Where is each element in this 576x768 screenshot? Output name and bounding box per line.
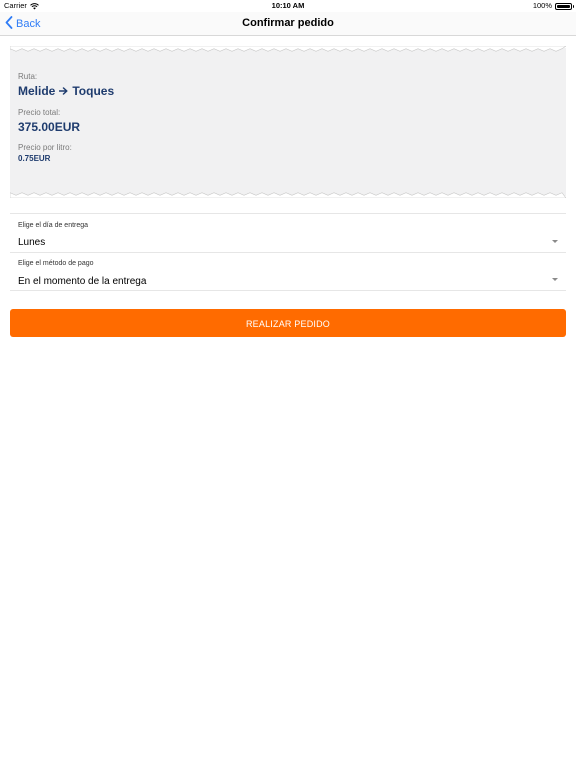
route-from: Melide <box>18 84 56 98</box>
dropdown-caret-icon <box>552 240 558 243</box>
battery-group: 100% <box>532 0 574 12</box>
payment-method-label: Elige el método de pago <box>18 260 94 267</box>
arrow-right-icon <box>59 84 68 98</box>
total-price-section: Precio total: 375.00EUR <box>18 108 80 134</box>
delivery-day-value: Lunes <box>18 237 46 248</box>
total-price-label: Precio total: <box>18 108 61 117</box>
route-value: Melide Toques <box>18 84 114 98</box>
price-per-liter-label: Precio por litro: <box>18 143 72 152</box>
price-per-liter-section: Precio por litro: 0.75EUR <box>18 143 72 163</box>
navigation-bar: Back Confirmar pedido <box>0 12 576 36</box>
page-title: Confirmar pedido <box>242 17 334 29</box>
order-summary-receipt: Ruta: Melide Toques Precio total: 375.00… <box>10 46 566 198</box>
route-to: Toques <box>72 84 115 98</box>
total-price-value: 375.00EUR <box>18 120 81 134</box>
price-per-liter-value: 0.75EUR <box>18 154 51 163</box>
place-order-button[interactable]: REALIZAR PEDIDO <box>10 309 566 337</box>
status-bar: Carrier 10:10 AM 100% <box>0 0 576 12</box>
battery-percent: 100% <box>532 1 552 10</box>
payment-method-select[interactable]: Elige el método de pago En el momento de… <box>10 252 566 291</box>
receipt-top-edge <box>10 46 566 52</box>
route-section: Ruta: Melide Toques <box>18 72 114 98</box>
dropdown-caret-icon <box>552 278 558 281</box>
route-label: Ruta: <box>18 72 38 81</box>
battery-icon <box>555 2 574 10</box>
status-time: 10:10 AM <box>271 1 305 10</box>
delivery-day-select[interactable]: Elige el día de entrega Lunes <box>10 213 566 252</box>
payment-method-value: En el momento de la entrega <box>18 276 147 287</box>
delivery-day-label: Elige el día de entrega <box>18 222 89 229</box>
receipt-bottom-edge <box>10 192 566 198</box>
